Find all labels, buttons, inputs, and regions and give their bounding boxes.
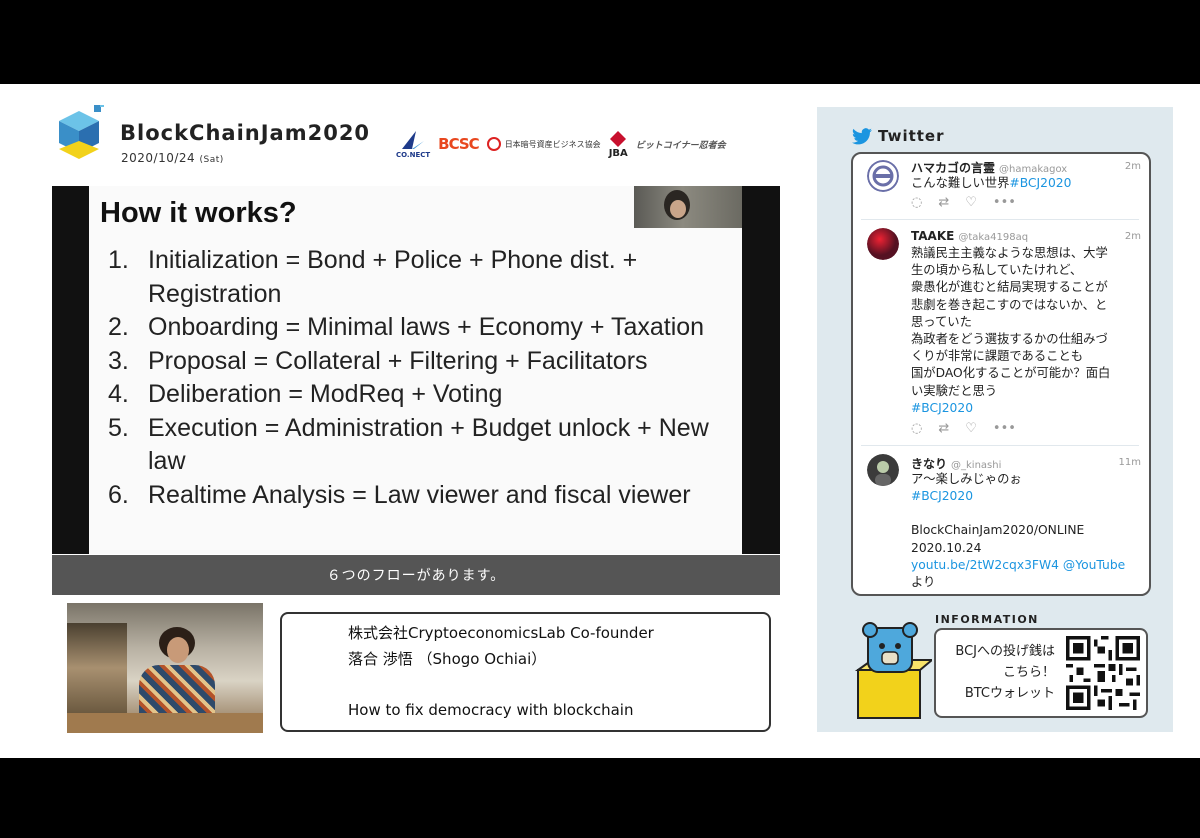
slide-list-item: 2. Onboarding = Minimal laws + Economy + …	[108, 313, 705, 341]
reply-icon[interactable]: ◌	[911, 421, 922, 436]
user-avatar[interactable]	[867, 228, 899, 260]
tweet-time: 11m	[1118, 457, 1141, 468]
speaker-photo	[67, 603, 263, 733]
info-line-3: BTCウォレット	[964, 686, 1055, 701]
tweet-text: こんな難しい世界#BCJ2020	[911, 176, 1072, 190]
info-label: INFORMATION	[935, 613, 1039, 626]
qr-code-icon[interactable]	[1066, 636, 1140, 710]
hashtag-link[interactable]: #BCJ2020	[911, 488, 1133, 505]
retweet-icon[interactable]: ⇄	[938, 421, 949, 436]
twitter-header: Twitter	[852, 127, 945, 145]
retweet-icon[interactable]: ⇄	[938, 195, 949, 210]
jba-logo-icon	[610, 130, 627, 147]
mascot-bear-icon	[854, 622, 932, 719]
slide-list-item: 1. Initialization = Bond + Police + Phone…	[108, 246, 638, 308]
event-title: BlockChainJam2020	[120, 121, 371, 145]
sponsor-conect: CO.NECT	[396, 129, 430, 159]
slide-list-item: 6. Realtime Analysis = Law viewer and fis…	[108, 480, 691, 509]
sponsor-jba: JBA	[609, 130, 628, 159]
twitter-feed[interactable]: ハマカゴの言霊 @hamakagox 2m こんな難しい世界#BCJ2020 ◌ ⇄…	[851, 152, 1151, 596]
slide-list: 1. Initialization = Bond + Police + Phone…	[108, 244, 738, 512]
user-avatar[interactable]	[867, 454, 899, 486]
tweet-text: 熟議民主主義なような思想は、大学 生の頃から私していたけれど、 衆愚化が進むと結…	[911, 245, 1133, 417]
tweet-author[interactable]: きなり @_kinashi	[911, 455, 1001, 472]
reply-icon[interactable]: ◌	[911, 195, 922, 210]
sponsor-logos: CO.NECT BCSC 日本暗号資産ビジネス協会 JBA ビットコイナー忍者会	[396, 122, 726, 166]
sponsor-jcba: 日本暗号資産ビジネス協会	[486, 137, 601, 151]
hashtag-link[interactable]: #BCJ2020	[911, 400, 1133, 417]
youtube-link[interactable]: youtu.be/2tW2cqx3FW4 @YouTube	[911, 557, 1133, 574]
tweet-text: ア〜楽しみじゃのぉ #BCJ2020 BlockChainJam2020/ONL…	[911, 471, 1133, 591]
tweet-time: 2m	[1124, 161, 1141, 172]
sponsor-bcsc: BCSC	[438, 135, 480, 153]
blockchainjam-logo-icon	[59, 105, 104, 159]
info-line-1: BCJへの投げ銭は	[955, 644, 1055, 659]
subtitle-bar: ６つのフローがあります。	[52, 555, 780, 595]
speaker-name: 落合 渉悟 （Shogo Ochiai）	[348, 650, 547, 668]
speaker-company: 株式会社CryptoeconomicsLab Co-founder	[348, 624, 654, 642]
tweet-actions: ◌ ⇄ ♡ •••	[911, 195, 1016, 210]
tweet-author[interactable]: ハマカゴの言霊 @hamakagox	[911, 159, 1067, 176]
tweet-actions: ◌ ⇄ ♡ •••	[911, 421, 1016, 436]
more-icon[interactable]: •••	[993, 195, 1016, 210]
like-icon[interactable]: ♡	[965, 421, 977, 436]
jcba-logo-icon	[486, 137, 501, 151]
talk-title: How to fix democracy with blockchain	[348, 701, 634, 719]
info-line-2: こちら！	[1002, 665, 1055, 680]
event-date: 2020/10/24 (Sat)	[121, 151, 224, 165]
hashtag-link[interactable]: #BCJ2020	[1009, 176, 1071, 190]
twitter-bird-icon	[852, 127, 872, 144]
presenter-webcam	[634, 186, 742, 228]
slide-list-item: 3. Proposal = Collateral + Filtering + Fa…	[108, 346, 648, 375]
slide-list-item: 5. Execution = Administration + Budget un…	[108, 413, 709, 476]
slide-title: How it works?	[100, 197, 297, 229]
user-avatar[interactable]	[867, 160, 899, 192]
slide-list-item: 4. Deliberation = ModReq + Voting	[108, 380, 503, 408]
sponsor-bitcoiner: ビットコイナー忍者会	[635, 140, 726, 151]
tweet-time: 2m	[1124, 231, 1141, 242]
conect-logo-icon	[402, 131, 425, 149]
like-icon[interactable]: ♡	[965, 195, 977, 210]
tweet-author[interactable]: TAAKE @taka4198aq	[911, 229, 1028, 243]
more-icon[interactable]: •••	[993, 421, 1016, 436]
